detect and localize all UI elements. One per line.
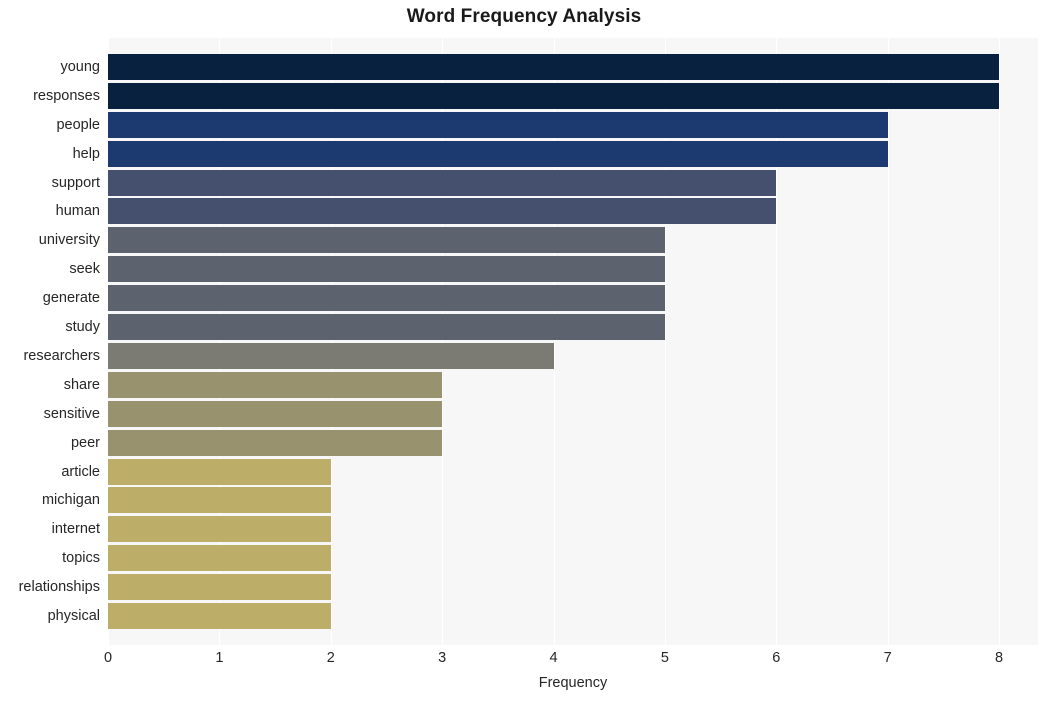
x-tick-label: 6 (772, 650, 781, 666)
x-tick-label: 4 (549, 650, 558, 666)
bar-row (108, 603, 1038, 630)
x-tick-label: 8 (994, 650, 1004, 666)
bar-row (108, 227, 1038, 254)
plot-area (108, 38, 1038, 645)
bar-row (108, 169, 1038, 196)
y-tick-label: responses (33, 87, 100, 104)
bar[interactable] (108, 256, 665, 283)
bar[interactable] (108, 487, 331, 514)
bar-row (108, 111, 1038, 138)
bar[interactable] (108, 516, 331, 543)
x-tick-label: 0 (103, 650, 113, 666)
x-tick-label: 7 (883, 650, 892, 666)
y-tick-label: generate (42, 290, 100, 307)
y-tick-label: physical (47, 608, 100, 625)
y-axis-tick-labels: young responses people help support human univ… (0, 38, 100, 645)
bar[interactable] (108, 82, 1000, 109)
bar[interactable] (108, 53, 1000, 80)
bar-row (108, 371, 1038, 398)
y-tick-label: michigan (41, 492, 100, 509)
chart-figure: Word Frequency Analysis young responses pe… (0, 0, 1048, 701)
bar[interactable] (108, 314, 665, 341)
chart-title: Word Frequency Analysis (406, 6, 642, 27)
bar-row (108, 574, 1038, 601)
bar[interactable] (108, 198, 777, 225)
bar-row (108, 458, 1038, 485)
bar-row (108, 256, 1038, 283)
bar-row (108, 140, 1038, 167)
bar[interactable] (108, 371, 443, 398)
y-tick-label: topics (62, 550, 100, 567)
y-tick-label: relationships (18, 579, 100, 596)
bar[interactable] (108, 227, 665, 254)
y-tick-label: sensitive (43, 405, 100, 422)
bar-row (108, 429, 1038, 456)
bar[interactable] (108, 458, 331, 485)
bar[interactable] (108, 603, 331, 630)
bar-row (108, 82, 1038, 109)
x-axis-tick-labels: 0 1 2 3 4 5 6 7 8 (0, 650, 1048, 674)
bar[interactable] (108, 140, 888, 167)
x-tick-label: 2 (326, 650, 335, 666)
x-tick-label: 1 (215, 650, 224, 666)
x-tick-label: 5 (660, 650, 669, 666)
y-tick-label: seek (69, 261, 100, 278)
y-tick-label: article (61, 463, 100, 480)
y-tick-label: study (65, 319, 100, 336)
x-tick-label: 3 (438, 650, 447, 666)
bar-row (108, 314, 1038, 341)
bar[interactable] (108, 285, 665, 312)
bar-row (108, 545, 1038, 572)
x-axis-title: Frequency (538, 675, 608, 691)
y-tick-label: university (38, 232, 100, 249)
bar[interactable] (108, 574, 331, 601)
bar-row (108, 342, 1038, 369)
bar-row (108, 516, 1038, 543)
bar[interactable] (108, 111, 888, 138)
bar-row (108, 53, 1038, 80)
y-tick-label: young (60, 58, 100, 75)
bar-row (108, 400, 1038, 427)
y-tick-label: human (55, 203, 100, 220)
bar[interactable] (108, 342, 554, 369)
bar-row (108, 285, 1038, 312)
bar-row (108, 198, 1038, 225)
bar[interactable] (108, 400, 443, 427)
y-tick-label: people (56, 116, 100, 133)
y-tick-label: support (51, 174, 100, 191)
y-tick-label: help (72, 145, 100, 162)
y-tick-label: share (63, 376, 100, 393)
bar-row (108, 487, 1038, 514)
y-tick-label: internet (51, 521, 100, 538)
bar[interactable] (108, 429, 443, 456)
bar[interactable] (108, 169, 777, 196)
bar[interactable] (108, 545, 331, 572)
y-tick-label: peer (70, 434, 100, 451)
y-tick-label: researchers (23, 347, 100, 364)
